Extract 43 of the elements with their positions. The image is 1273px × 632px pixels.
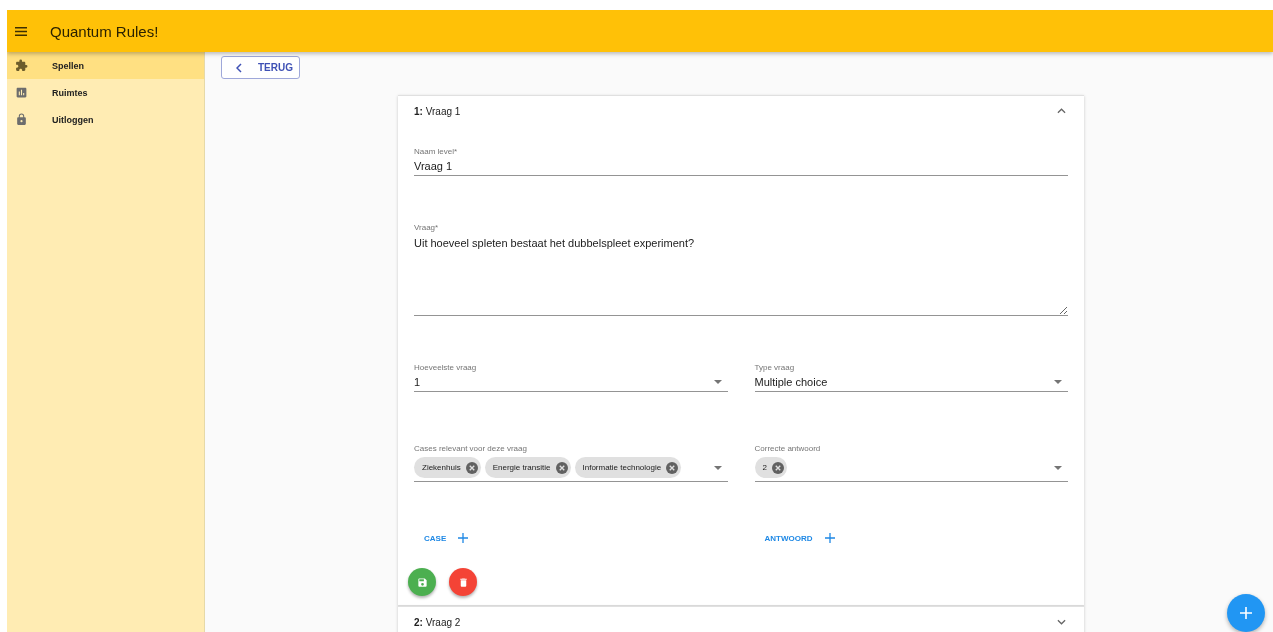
add-button[interactable] (1227, 594, 1265, 632)
order-select[interactable]: Hoeveelste vraag 1 (414, 363, 728, 392)
lock-icon (15, 113, 28, 126)
add-answer-button[interactable]: ANTWOORD (754, 527, 845, 549)
remove-icon[interactable] (771, 461, 784, 474)
remove-icon[interactable] (666, 461, 679, 474)
sidebar-item[interactable]: Ruimtes (7, 79, 204, 106)
panel-header[interactable]: 1: Vraag 1 (398, 96, 1084, 126)
sidebar-item[interactable]: Uitloggen (7, 106, 204, 133)
add-case-button[interactable]: CASE (414, 527, 479, 549)
plus-icon (458, 533, 469, 543)
answer-select[interactable]: 2 (754, 454, 1068, 481)
back-button[interactable]: TERUG (221, 56, 300, 79)
type-select[interactable]: Type vraag Multiple choice (754, 363, 1068, 392)
caret-icon (1054, 465, 1062, 470)
app-title: Quantum Rules! (50, 22, 159, 40)
caret-icon (1054, 380, 1062, 384)
chevron-left-icon (236, 62, 242, 73)
panel-header[interactable]: 2: Vraag 2 (398, 607, 1084, 632)
plus-icon (824, 533, 835, 543)
chip[interactable]: Informatie technologie (574, 457, 682, 478)
save-button[interactable] (408, 568, 436, 596)
plus-icon (1240, 607, 1252, 619)
bar-chart-icon (15, 86, 28, 99)
sidebar-item[interactable]: Spellen (7, 52, 204, 79)
name-field[interactable]: Naam level* Vraag 1 (414, 147, 1068, 176)
trash-icon (457, 576, 469, 588)
chip[interactable]: 2 (754, 457, 787, 478)
remove-icon[interactable] (465, 461, 478, 474)
puzzle-icon (15, 59, 28, 72)
chevron-up-icon (1057, 108, 1066, 114)
delete-button[interactable] (449, 568, 477, 596)
caret-icon (713, 380, 722, 384)
question-field[interactable]: Vraag* Uit hoeveel spleten bestaat het dubbelspleet experiment? (414, 223, 1068, 316)
remove-icon[interactable] (555, 461, 568, 474)
chevron-down-icon (1057, 619, 1066, 625)
menu-icon[interactable] (15, 26, 27, 36)
chip[interactable]: Ziekenhuis (414, 457, 481, 478)
field-label: Correcte antwoord (754, 444, 822, 454)
caret-icon (713, 465, 722, 470)
chip[interactable]: Energie transitie (484, 457, 571, 478)
cases-select[interactable]: Ziekenhuis Energie transitie Informatie technologie (414, 454, 728, 481)
field-label: Cases relevant voor deze vraag (414, 444, 528, 454)
